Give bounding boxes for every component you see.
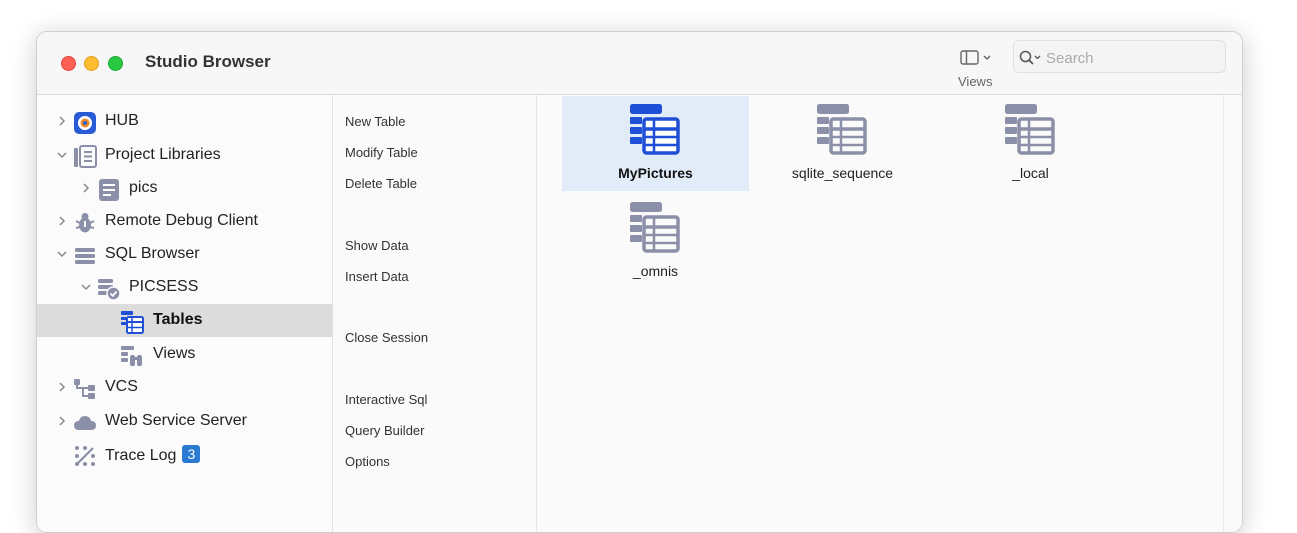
close-window-button[interactable] [61, 56, 76, 71]
table-name: MyPictures [618, 165, 693, 181]
sidebar-item-label: HUB [105, 112, 139, 129]
sidebar-item-hub[interactable]: HUB [37, 105, 332, 138]
table-icon [817, 104, 867, 155]
sidebar-item-label: Tables [153, 311, 203, 328]
trace-log-icon [75, 446, 95, 466]
title-bar: Studio Browser Views [37, 32, 1242, 95]
show-data-action[interactable]: Show Data [345, 238, 409, 253]
window-title: Studio Browser [145, 52, 271, 71]
sidebar-item-label: Web Service Server [105, 412, 247, 429]
chevron-down-icon[interactable] [81, 282, 91, 292]
table-icon [1005, 104, 1055, 155]
close-session-action[interactable]: Close Session [345, 330, 428, 345]
sidebar-item-label: pics [129, 179, 158, 196]
library-icon [99, 179, 119, 201]
sidebar-item-project-libraries[interactable]: Project Libraries [37, 139, 332, 172]
chevron-right-icon[interactable] [57, 216, 67, 226]
bug-icon [75, 213, 95, 233]
sidebar-item-picsess[interactable]: PICSESS [37, 271, 332, 304]
table-tile-local[interactable]: _local [937, 96, 1124, 191]
table-tile-sqlite-sequence[interactable]: sqlite_sequence [749, 96, 936, 191]
table-icon [630, 202, 680, 253]
sidebar-tree: HUB Project Libraries pics Remote Debug … [37, 95, 333, 532]
chevron-down-icon[interactable] [57, 150, 67, 160]
query-builder-action[interactable]: Query Builder [345, 423, 424, 438]
tables-content-area: MyPictures sqlite_sequence _local _omnis [537, 95, 1223, 532]
sidebar-item-pics[interactable]: pics [37, 172, 332, 205]
chevron-down-icon[interactable] [57, 249, 67, 259]
views-icon [121, 346, 142, 366]
actions-panel: New Table Modify Table Delete Table Show… [333, 95, 537, 532]
delete-table-action[interactable]: Delete Table [345, 176, 417, 191]
sidebar-item-label: PICSESS [129, 278, 199, 295]
table-tile-mypictures[interactable]: MyPictures [562, 96, 749, 191]
views-button[interactable] [959, 48, 995, 70]
sidebar-item-label: Project Libraries [105, 146, 221, 163]
sidebar-item-vcs[interactable]: VCS [37, 371, 332, 404]
chevron-right-icon[interactable] [57, 416, 67, 426]
sidebar-item-sql-browser[interactable]: SQL Browser [37, 238, 332, 271]
chevron-right-icon[interactable] [57, 116, 67, 126]
sidebar-item-label: SQL Browser [105, 245, 200, 262]
sidebar-item-label: Views [153, 345, 196, 362]
sidebar-item-web-service-server[interactable]: Web Service Server [37, 405, 332, 438]
sidebar-item-label: Remote Debug Client [105, 212, 258, 229]
maximize-window-button[interactable] [108, 56, 123, 71]
sidebar-item-remote-debug-client[interactable]: Remote Debug Client [37, 205, 332, 238]
table-name: _local [1012, 165, 1049, 181]
table-name: _omnis [632, 263, 679, 279]
sidebar-item-label: VCS [105, 378, 138, 395]
interactive-sql-action[interactable]: Interactive Sql [345, 392, 427, 407]
session-icon [98, 279, 121, 301]
search-input[interactable] [1044, 47, 1218, 69]
trace-log-label: Trace Log [105, 447, 177, 464]
sidebar-item-tables[interactable]: Tables [37, 304, 332, 337]
modify-table-action[interactable]: Modify Table [345, 145, 418, 160]
sidebar-item-trace-log[interactable]: Trace Log 3 [37, 438, 332, 471]
chevron-right-icon[interactable] [57, 382, 67, 392]
table-icon [630, 104, 680, 155]
sidebar-item-views[interactable]: Views [37, 338, 332, 371]
minimize-window-button[interactable] [84, 56, 99, 71]
options-action[interactable]: Options [345, 454, 390, 469]
table-tile-omnis[interactable]: _omnis [562, 194, 749, 289]
cloud-icon [74, 416, 96, 430]
views-label: Views [958, 74, 993, 89]
content-scrollbar[interactable] [1223, 95, 1242, 532]
table-name: sqlite_sequence [791, 165, 894, 181]
search-field[interactable] [1013, 40, 1226, 73]
trace-log-count-badge: 3 [182, 445, 201, 463]
studio-browser-window: Studio Browser Views Search HUB Project … [36, 31, 1243, 533]
sidebar-layout-icon [960, 50, 991, 65]
hub-icon [74, 112, 96, 134]
sidebar-item-label: Trace Log 3 [105, 445, 201, 465]
sql-browser-icon [75, 248, 95, 264]
vcs-icon [74, 379, 95, 399]
libraries-icon [74, 145, 97, 168]
tables-icon [121, 311, 144, 334]
insert-data-action[interactable]: Insert Data [345, 269, 409, 284]
search-icon [1019, 50, 1041, 65]
chevron-right-icon[interactable] [81, 183, 91, 193]
new-table-action[interactable]: New Table [345, 114, 405, 129]
